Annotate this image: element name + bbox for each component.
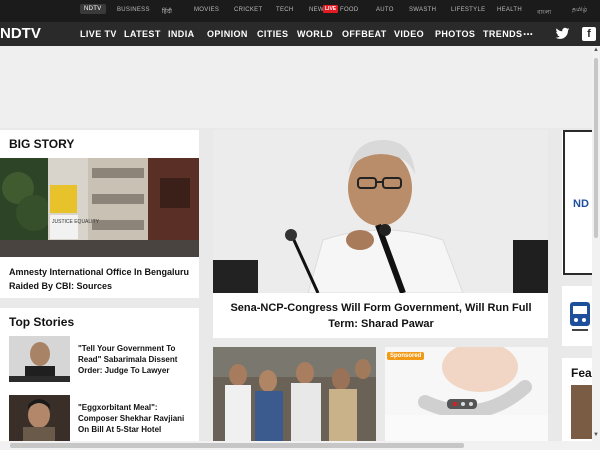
ndtv-logo[interactable]: NDTV: [0, 25, 41, 42]
right-rail-icon-card[interactable]: [562, 286, 592, 346]
top-stories-card: Top Stories "Tell Your Government To Rea…: [0, 308, 199, 448]
nav-video[interactable]: VIDEO: [394, 29, 424, 39]
top-story-headline-1[interactable]: "Tell Your Government To Read" Sabarimal…: [78, 343, 194, 376]
network-link-cricket[interactable]: CRICKET: [234, 7, 262, 13]
right-rail-card[interactable]: ND: [562, 130, 592, 275]
neck-massager-image[interactable]: [385, 347, 548, 441]
top-story-headline-2[interactable]: "Eggxorbitant Meal": Composer Shekhar Ra…: [78, 402, 194, 435]
nav-latest[interactable]: LATEST: [124, 29, 161, 39]
nav-cities[interactable]: CITIES: [257, 29, 288, 39]
nav-more-button[interactable]: ...: [523, 24, 533, 38]
main-navbar: NDTV LIVE TV LATEST INDIA OPINION CITIES…: [0, 22, 600, 46]
nav-trends[interactable]: TRENDS: [483, 29, 522, 39]
network-bar: NDTV BUSINESS हिंदी MOVIES CRICKET TECH …: [0, 0, 600, 22]
lead-story-headline[interactable]: Sena-NCP-Congress Will Form Government, …: [225, 300, 537, 332]
top-story-thumb-2[interactable]: [9, 395, 70, 441]
feature-thumb[interactable]: [571, 385, 592, 439]
vertical-scroll-thumb[interactable]: [594, 58, 598, 238]
network-link-food[interactable]: FOOD: [340, 7, 359, 13]
nav-live-tv[interactable]: LIVE TV: [80, 29, 117, 39]
nav-india[interactable]: INDIA: [168, 29, 195, 39]
right-rail-logo: ND: [573, 198, 589, 210]
horizontal-scroll-thumb[interactable]: [10, 443, 464, 448]
network-link-tamil[interactable]: தமிழ்: [572, 7, 588, 14]
network-link-movies[interactable]: MOVIES: [194, 7, 219, 13]
nav-world[interactable]: WORLD: [297, 29, 333, 39]
sponsored-badge: Sponsored: [387, 352, 425, 360]
train-icon: [570, 302, 590, 331]
network-link-business[interactable]: BUSINESS: [117, 7, 150, 13]
sponsored-card[interactable]: Sponsored: [385, 347, 548, 441]
twitter-icon[interactable]: [555, 26, 570, 41]
scroll-up-arrow-icon[interactable]: ▲: [593, 47, 599, 53]
network-link-ndtv[interactable]: NDTV: [80, 4, 106, 14]
nav-photos[interactable]: PHOTOS: [435, 29, 475, 39]
network-link-health[interactable]: HEALTH: [497, 7, 522, 13]
big-story-title: BIG STORY: [9, 137, 75, 151]
network-link-bangla[interactable]: বাংলা: [537, 7, 551, 18]
top-stories-title: Top Stories: [9, 315, 75, 329]
nav-opinion[interactable]: OPINION: [207, 29, 248, 39]
politics-crowd-image[interactable]: [213, 347, 376, 441]
feature-card[interactable]: Fea: [562, 358, 592, 441]
network-link-lifestyle[interactable]: LIFESTYLE: [451, 7, 485, 13]
network-link-swasth[interactable]: SWASTH: [409, 7, 436, 13]
big-story-card[interactable]: BIG STORY JUSTICE EQUALITY Amnesty Inter…: [0, 130, 199, 298]
big-story-image[interactable]: JUSTICE EQUALITY: [0, 158, 199, 257]
lead-story-image[interactable]: [213, 130, 548, 293]
top-story-thumb-1[interactable]: [9, 336, 70, 382]
lead-story-card[interactable]: Sena-NCP-Congress Will Form Government, …: [213, 130, 548, 338]
network-link-hindi[interactable]: हिंदी: [162, 7, 172, 15]
justice-sign-text: JUSTICE EQUALITY: [52, 219, 100, 225]
live-badge: LIVE: [323, 5, 339, 13]
scroll-down-arrow-icon[interactable]: ▼: [593, 432, 599, 438]
network-link-auto[interactable]: AUTO: [376, 7, 394, 13]
ad-banner-space: [0, 46, 600, 128]
network-link-new[interactable]: NEW: [309, 7, 324, 13]
big-story-headline[interactable]: Amnesty International Office In Bengalur…: [9, 265, 194, 293]
nav-offbeat[interactable]: OFFBEAT: [342, 29, 387, 39]
feature-title: Fea: [571, 366, 592, 380]
network-link-tech[interactable]: TECH: [276, 7, 294, 13]
facebook-icon[interactable]: f: [582, 27, 596, 41]
